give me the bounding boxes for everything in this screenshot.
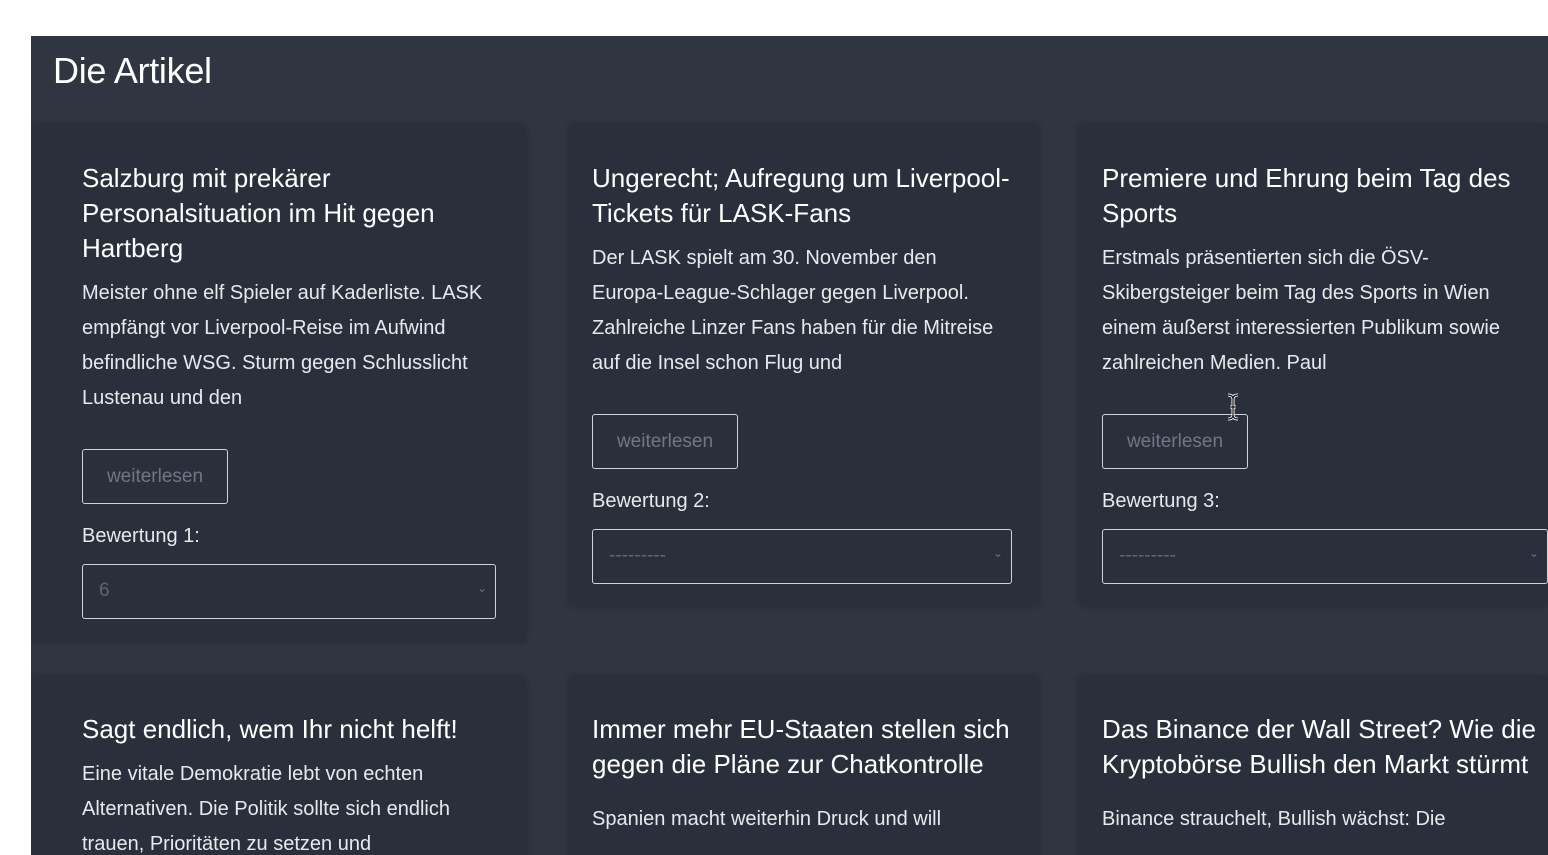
- article-excerpt: Der LASK spielt am 30. November den Euro…: [592, 247, 994, 374]
- rating-label: Bewertung 2:: [592, 490, 710, 512]
- article-title: Sagt endlich, wem Ihr nicht helft!: [82, 714, 458, 744]
- article-excerpt: Meister ohne elf Spieler auf Kaderliste.…: [82, 282, 483, 409]
- article-excerpt: Erstmals präsentierten sich die ÖSV-Skib…: [1102, 247, 1500, 374]
- read-more-button[interactable]: weiterlesen: [1102, 414, 1248, 469]
- read-more-button[interactable]: weiterlesen: [592, 414, 738, 469]
- article-card-3: Premiere und Ehrung beim Tag des Sports …: [1079, 124, 1548, 606]
- rating-label: Bewertung 3:: [1102, 490, 1220, 512]
- article-title: Das Binance der Wall Street? Wie die Kry…: [1102, 714, 1537, 779]
- articles-panel: Die Artikel Salzburg mit prekärer Person…: [31, 36, 1548, 855]
- rating-select[interactable]: 6 ⌄: [82, 564, 496, 619]
- chevron-down-icon: ⌄: [476, 581, 487, 595]
- rating-select-value: ---------: [1119, 545, 1176, 566]
- rating-select-value: 6: [99, 580, 110, 601]
- chevron-down-icon: ⌄: [992, 546, 1003, 560]
- article-title: Immer mehr EU-Staaten stellen sich gegen…: [592, 714, 1010, 779]
- article-card-2: Ungerecht; Aufregung um Liverpool-Ticket…: [569, 124, 1039, 606]
- article-card-6: Das Binance der Wall Street? Wie die Kry…: [1079, 676, 1548, 855]
- article-title: Ungerecht; Aufregung um Liverpool-Ticket…: [592, 163, 1010, 228]
- article-card-4: Sagt endlich, wem Ihr nicht helft! Eine …: [31, 676, 526, 855]
- article-card-5: Immer mehr EU-Staaten stellen sich gegen…: [569, 676, 1039, 855]
- rating-select[interactable]: --------- ⌄: [592, 529, 1012, 584]
- page-title: Die Artikel: [53, 50, 212, 91]
- article-card-1: Salzburg mit prekärer Personalsituation …: [31, 124, 526, 642]
- rating-label: Bewertung 1:: [82, 525, 200, 547]
- article-excerpt: Spanien macht weiterhin Druck und will: [592, 808, 942, 830]
- chevron-down-icon: ⌄: [1528, 546, 1539, 560]
- article-excerpt: Eine vitale Demokratie lebt von echten A…: [82, 763, 450, 855]
- rating-select[interactable]: --------- ⌄: [1102, 529, 1548, 584]
- rating-select-value: ---------: [609, 545, 666, 566]
- article-excerpt: Binance strauchelt, Bullish wächst: Die: [1102, 808, 1446, 830]
- read-more-button[interactable]: weiterlesen: [82, 449, 228, 504]
- article-title: Premiere und Ehrung beim Tag des Sports: [1102, 163, 1511, 228]
- text-cursor-icon: [1227, 393, 1239, 421]
- article-title: Salzburg mit prekärer Personalsituation …: [82, 163, 435, 263]
